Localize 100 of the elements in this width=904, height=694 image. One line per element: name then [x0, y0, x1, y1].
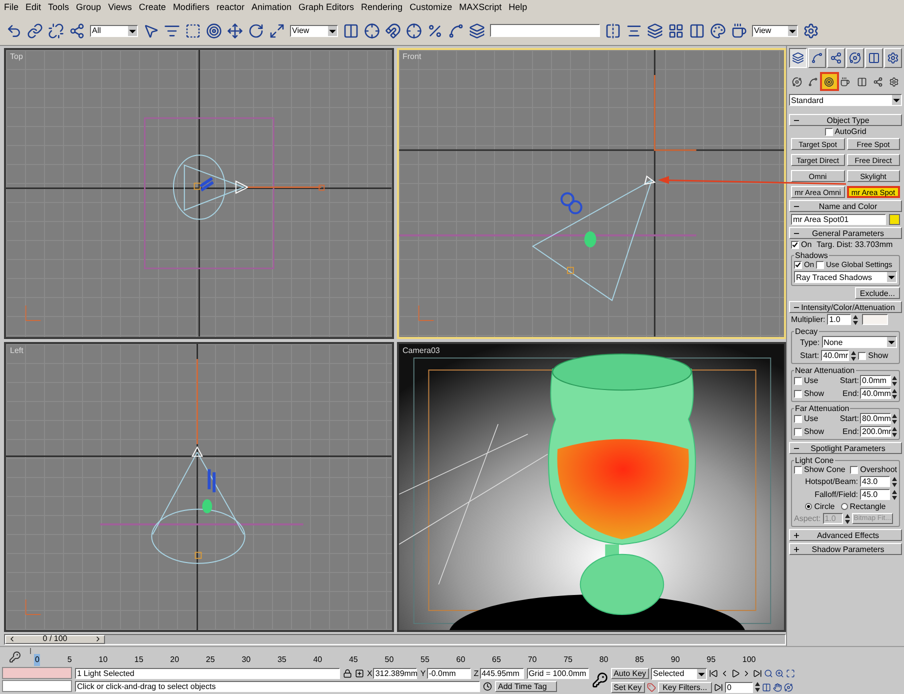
- coordinate-field[interactable]: 312.389mm: [373, 668, 418, 679]
- align-icon[interactable]: [626, 22, 642, 38]
- go-to-end-icon[interactable]: [753, 669, 762, 678]
- exclude-button[interactable]: Exclude...: [854, 287, 900, 299]
- dropdown[interactable]: Selected: [651, 668, 708, 680]
- rollout-header[interactable]: General Parameters: [789, 227, 902, 239]
- spinner-arrows-icon[interactable]: [892, 388, 897, 398]
- checkbox[interactable]: [824, 128, 833, 136]
- checkbox[interactable]: [794, 376, 802, 384]
- spinner-arrows-icon[interactable]: [892, 426, 897, 436]
- move-icon[interactable]: [227, 22, 243, 38]
- rollout-header[interactable]: Spotlight Parameters: [789, 442, 902, 454]
- previous-icon[interactable]: [8, 635, 16, 643]
- dropdown[interactable]: All: [90, 24, 138, 36]
- viewport-label[interactable]: Camera03: [402, 344, 440, 356]
- spinner-arrows-icon[interactable]: [892, 490, 897, 500]
- menu-item[interactable]: File: [4, 1, 19, 15]
- checkbox[interactable]: [850, 466, 858, 474]
- panel-tab[interactable]: [789, 48, 807, 68]
- set-key-button[interactable]: Set Key: [610, 682, 645, 692]
- checkbox[interactable]: [794, 466, 802, 474]
- add-time-tag-button[interactable]: Add Time Tag: [495, 681, 557, 692]
- auto-key-button[interactable]: Auto Key: [610, 668, 650, 679]
- rollout-header[interactable]: Advanced Effects: [789, 529, 902, 541]
- percent-snap-icon[interactable]: [427, 22, 443, 38]
- selection-region-icon[interactable]: [185, 22, 201, 38]
- spinner-arrows-icon[interactable]: [892, 376, 897, 386]
- unlink-icon[interactable]: [48, 22, 64, 38]
- scale-icon[interactable]: [269, 22, 285, 38]
- spinner-arrows-icon[interactable]: [892, 476, 897, 486]
- menu-item[interactable]: Create: [138, 1, 166, 15]
- input-field[interactable]: 200.0mr: [860, 426, 891, 437]
- menu-item[interactable]: Group: [76, 1, 102, 15]
- crosshair-icon[interactable]: [364, 22, 380, 38]
- spinner-arrows-icon[interactable]: [844, 514, 850, 524]
- next-icon[interactable]: [94, 635, 102, 643]
- menu-item[interactable]: MAXScript: [459, 1, 502, 15]
- teapot-icon[interactable]: [731, 22, 747, 38]
- clock-icon[interactable]: [483, 682, 492, 691]
- input-field[interactable]: 40.0mm: [860, 388, 891, 399]
- link-icon[interactable]: [27, 22, 43, 38]
- orbit-icon[interactable]: [784, 682, 794, 692]
- material-editor-icon[interactable]: [710, 22, 726, 38]
- input-field[interactable]: 40.0mr: [821, 350, 850, 361]
- maxscript-listener[interactable]: [2, 667, 72, 693]
- menu-item[interactable]: Edit: [26, 1, 42, 15]
- checkbox[interactable]: [794, 414, 802, 422]
- radio-button[interactable]: [805, 503, 812, 510]
- input-field[interactable]: 43.0: [860, 476, 890, 487]
- checkbox[interactable]: [791, 240, 799, 248]
- input-field[interactable]: 1.0: [827, 314, 852, 325]
- spinner-arrows-icon[interactable]: [853, 314, 858, 324]
- menu-item[interactable]: Modifiers: [172, 1, 210, 15]
- dropdown[interactable]: Standard: [789, 94, 902, 106]
- dropdown[interactable]: None: [822, 336, 897, 348]
- checkbox[interactable]: [794, 428, 802, 436]
- input-field[interactable]: 0.0mm: [860, 375, 891, 386]
- select-pointer-icon[interactable]: [143, 22, 159, 38]
- lock-icon[interactable]: [343, 669, 352, 678]
- dropdown[interactable]: View: [290, 24, 338, 36]
- input-field[interactable]: 45.0: [860, 489, 890, 500]
- zoom-icon[interactable]: [764, 669, 774, 678]
- grid-size[interactable]: Grid = 100.0mm: [526, 668, 589, 679]
- color-swatch[interactable]: [862, 314, 888, 325]
- mirror-icon[interactable]: [605, 22, 621, 38]
- pan-icon[interactable]: [773, 682, 782, 692]
- radio-button[interactable]: [840, 503, 848, 510]
- key-tag-icon[interactable]: [646, 682, 656, 692]
- rollout-header[interactable]: Name and Color: [789, 200, 902, 212]
- rollout-header[interactable]: Object Type: [789, 114, 902, 126]
- color-swatch[interactable]: [889, 214, 900, 225]
- menu-item[interactable]: Rendering: [361, 1, 403, 15]
- dropdown[interactable]: View: [752, 24, 798, 36]
- go-to-start-icon[interactable]: [709, 669, 718, 678]
- rollout-header[interactable]: Intensity/Color/Attenuation: [789, 301, 902, 313]
- play-icon[interactable]: [731, 669, 740, 678]
- zoom-extents-icon[interactable]: [786, 669, 796, 678]
- checkbox[interactable]: [858, 352, 866, 360]
- track-bar-icon[interactable]: [9, 650, 21, 662]
- name-field[interactable]: mr Area Spot01: [791, 214, 886, 225]
- rotate-icon[interactable]: [248, 22, 264, 38]
- coordinate-field[interactable]: -0.0mm: [426, 668, 471, 679]
- zoom-all-icon[interactable]: [775, 669, 784, 678]
- viewport[interactable]: Camera03: [396, 342, 786, 632]
- rollout-header[interactable]: Shadow Parameters: [789, 543, 902, 555]
- menu-item[interactable]: Animation: [251, 1, 292, 15]
- key-mode-icon[interactable]: [714, 682, 724, 692]
- time-slider-thumb[interactable]: 0 / 100: [5, 634, 105, 644]
- checkbox[interactable]: [816, 260, 824, 268]
- coordinate-field[interactable]: 445.95mm: [480, 668, 524, 679]
- checkbox[interactable]: [794, 390, 802, 398]
- snap-icon[interactable]: [385, 22, 401, 38]
- selection-status[interactable]: 1 Light Selected: [75, 668, 340, 679]
- render-settings-icon[interactable]: [803, 22, 819, 38]
- spinner-arrows-icon[interactable]: [892, 414, 897, 424]
- menu-item[interactable]: reactor: [216, 1, 244, 15]
- layer-icon[interactable]: [647, 22, 663, 38]
- menu-item[interactable]: Customize: [410, 1, 452, 15]
- menu-item[interactable]: Views: [108, 1, 132, 15]
- dropdown[interactable]: Ray Traced Shadows: [794, 271, 897, 283]
